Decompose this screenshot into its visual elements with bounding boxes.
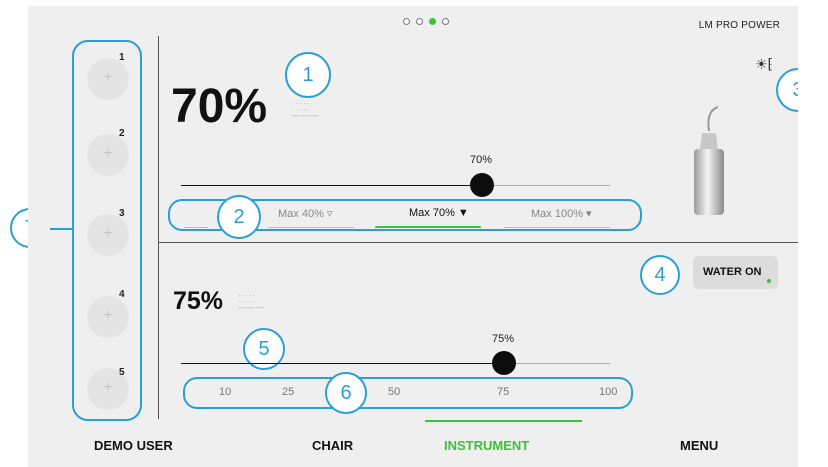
memory-slot-4-number: 4 (119, 289, 125, 300)
water-value: 75% (173, 287, 224, 315)
mode-max-40[interactable]: Max 40% ▿ (278, 207, 332, 220)
callout-5-label: 5 (258, 338, 270, 360)
water-slider-knob[interactable] (492, 351, 516, 375)
memory-slot-4[interactable]: + (87, 296, 129, 338)
mode-max-70[interactable]: Max 70% ▼ (409, 207, 469, 219)
instrument-brand: LM PRO POWER (698, 20, 780, 31)
memory-slot-1[interactable]: + (87, 58, 129, 100)
mode-max-40-underline (268, 227, 354, 228)
mode-max-40-label: Max 40% (278, 208, 324, 220)
plus-icon: + (103, 307, 113, 324)
water-on-label: WATER ON (703, 266, 762, 278)
plus-icon: + (103, 225, 113, 242)
light-icon[interactable]: ☀⁅ (755, 56, 773, 73)
scale-50[interactable]: 50 (388, 386, 400, 398)
nav-demo-user[interactable]: DEMO USER (94, 438, 173, 453)
power-slider-rest (483, 185, 610, 186)
mode-left-underline (184, 227, 208, 228)
callout-3-label: 3 (792, 79, 798, 101)
page-dot-2[interactable] (416, 18, 423, 25)
plus-icon: + (103, 69, 113, 86)
memory-slot-2-number: 2 (119, 128, 125, 139)
scale-10[interactable]: 10 (219, 386, 231, 398)
callout-6-label: 6 (340, 382, 352, 404)
mode-max-100-underline (504, 227, 610, 228)
scale-25[interactable]: 25 (282, 386, 294, 398)
plus-icon: + (103, 145, 113, 162)
callout-2: 2 (217, 195, 261, 239)
water-on-button[interactable]: WATER ON (693, 256, 778, 289)
scale-100[interactable]: 100 (599, 386, 617, 398)
callout-2-label: 2 (233, 206, 245, 228)
memory-slot-3-number: 3 (119, 208, 125, 219)
callout-4: 4 (640, 255, 680, 295)
horizontal-divider (158, 242, 798, 243)
page-dot-4[interactable] (442, 18, 449, 25)
water-status-led (767, 279, 771, 283)
tip-half-icon: ▼ (457, 207, 469, 219)
callout-1: 1 (285, 52, 331, 98)
water-scale-frame (183, 377, 633, 409)
callout-4-label: 4 (654, 264, 666, 286)
power-slider-knob[interactable] (470, 173, 494, 197)
page-dot-3[interactable] (429, 18, 436, 25)
memory-slot-1-number: 1 (119, 52, 125, 63)
callout-3: 3 (776, 68, 798, 112)
memory-slot-5-number: 5 (119, 367, 125, 378)
nav-menu[interactable]: MENU (680, 438, 718, 453)
water-slider-label: 75% (492, 333, 515, 345)
power-slider-label: 70% (470, 154, 493, 166)
callout-6: 6 (325, 372, 367, 414)
power-slider-fill (181, 185, 483, 186)
mode-max-70-underline (375, 226, 481, 228)
keypad-icon[interactable]: ····· ····· ——— (238, 292, 265, 312)
scale-75[interactable]: 75 (497, 386, 509, 398)
callout-7-connector (50, 228, 72, 230)
nav-active-indicator (425, 420, 582, 422)
memory-slot-2[interactable]: + (87, 134, 129, 176)
tip-outline-icon: ▿ (326, 208, 333, 220)
vertical-divider (158, 36, 159, 419)
water-slider-fill (181, 363, 505, 364)
mode-max-100-label: Max 100% (531, 208, 583, 220)
instrument-screen: LM PRO POWER + 1 + 2 + 3 + 4 + 5 70% ···… (28, 6, 798, 467)
tip-full-icon: ▾ (586, 208, 592, 220)
page-dot-1[interactable] (403, 18, 410, 25)
page-indicator (403, 18, 449, 25)
keypad-icon[interactable]: ····· ····· ——— (292, 100, 319, 120)
mode-max-100[interactable]: Max 100% ▾ (531, 207, 592, 220)
power-value: 70% (171, 80, 268, 133)
plus-icon: + (103, 379, 113, 396)
scaler-handpiece-image (694, 106, 724, 215)
nav-chair[interactable]: CHAIR (312, 438, 353, 453)
water-slider-rest (505, 363, 610, 364)
callout-1-label: 1 (302, 64, 314, 86)
memory-slot-3[interactable]: + (87, 214, 129, 256)
mode-max-70-label: Max 70% (409, 207, 455, 219)
nav-instrument[interactable]: INSTRUMENT (444, 438, 529, 453)
